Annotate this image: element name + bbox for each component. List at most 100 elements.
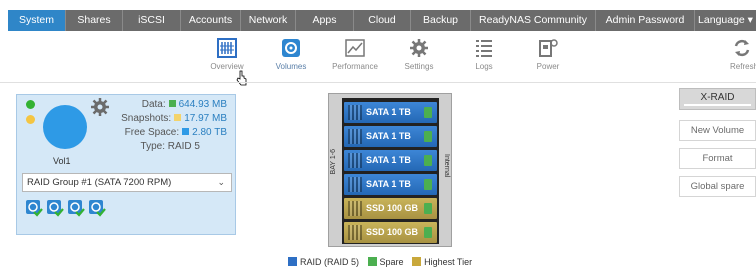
subnav-power-label: Power — [536, 62, 560, 71]
bay-led-indicator — [424, 155, 432, 166]
volume-name: Vol1 — [53, 156, 71, 166]
disk-bay-label: SATA 1 TB — [366, 107, 411, 117]
bay-grip — [348, 129, 362, 144]
free-space-stat: Free Space: 2.80 TB — [125, 127, 227, 138]
legend-raid-label: RAID (RAID 5) — [300, 257, 360, 267]
chassis-left-label: BAY 1-6 — [330, 149, 337, 175]
subnav-overview-label: Overview — [210, 62, 244, 71]
xraid-indicator-bar — [684, 104, 751, 106]
legend-tier-swatch — [412, 257, 422, 266]
disk-bay-label: SATA 1 TB — [366, 131, 411, 141]
new-volume-button[interactable]: New Volume — [679, 120, 756, 141]
tab-iscsi[interactable]: iSCSI — [123, 10, 181, 31]
legend-raid-swatch — [288, 257, 297, 266]
legend-raid: RAID (RAID 5) — [288, 257, 359, 267]
volume-usage-circle — [43, 105, 87, 149]
free-space-label: Free Space: — [124, 127, 180, 138]
settings-icon — [410, 39, 428, 57]
bay-grip — [348, 105, 362, 120]
xraid-toggle[interactable]: X-RAID — [679, 88, 756, 110]
tab-shares[interactable]: Shares — [66, 10, 123, 31]
disk-bay-2[interactable]: SATA 1 TB — [344, 126, 437, 147]
nas-chassis: BAY 1-6 Internal SATA 1 TB SATA 1 TB SAT… — [328, 93, 452, 247]
chevron-down-icon: ⌄ — [217, 177, 225, 187]
power-icon — [539, 39, 558, 57]
disk-legend: RAID (RAID 5) Spare Highest Tier — [288, 257, 478, 267]
tab-backup[interactable]: Backup — [411, 10, 471, 31]
status-green-indicator — [26, 100, 35, 109]
performance-icon — [345, 39, 365, 57]
subnav-logs-label: Logs — [475, 62, 493, 71]
legend-tier-label: Highest Tier — [424, 257, 473, 267]
status-yellow-indicator — [26, 115, 35, 124]
tab-apps[interactable]: Apps — [296, 10, 354, 31]
snapshots-color-swatch — [174, 114, 182, 121]
bay-led-indicator — [424, 107, 432, 118]
tab-accounts[interactable]: Accounts — [181, 10, 241, 31]
tab-language[interactable]: Language ▾ — [695, 10, 756, 31]
disk-bay-label: SATA 1 TB — [366, 179, 411, 189]
disk-bay-5[interactable]: SSD 100 GB — [344, 198, 437, 219]
bay-grip — [348, 225, 362, 240]
type-label: Type: — [140, 141, 165, 152]
snapshots-stat: Snapshots: 17.97 MB — [121, 113, 227, 124]
subnav-performance[interactable]: Performance — [325, 38, 385, 71]
subnav-divider — [0, 82, 756, 83]
subnav-settings[interactable]: Settings — [389, 38, 449, 71]
chassis-bays: SATA 1 TB SATA 1 TB SATA 1 TB SATA 1 TB … — [342, 98, 439, 244]
mouse-cursor-icon — [236, 70, 247, 86]
raid-group-value: RAID Group #1 (SATA 7200 RPM) — [27, 177, 172, 188]
format-button[interactable]: Format — [679, 148, 756, 169]
free-space-value: 2.80 TB — [192, 127, 227, 138]
tab-network[interactable]: Network — [241, 10, 296, 31]
global-spare-button[interactable]: Global spare — [679, 176, 756, 197]
tab-readynas-community[interactable]: ReadyNAS Community — [471, 10, 596, 31]
bay-led-indicator — [424, 131, 432, 142]
subnav-logs[interactable]: Logs — [454, 38, 514, 71]
raid-group-select[interactable]: RAID Group #1 (SATA 7200 RPM) ⌄ — [22, 173, 232, 192]
sub-navigation: Overview Volumes Performance Settings Lo… — [0, 38, 756, 86]
snapshots-value: 17.97 MB — [184, 113, 227, 124]
disk-bay-label: SATA 1 TB — [366, 155, 411, 165]
volume-panel[interactable]: Vol1 Data: 644.93 MB Snapshots: 17.97 MB F… — [16, 94, 236, 235]
refresh-icon — [734, 39, 750, 57]
logs-icon — [476, 40, 492, 57]
disk-bay-3[interactable]: SATA 1 TB — [344, 150, 437, 171]
xraid-label: X-RAID — [700, 92, 735, 103]
subnav-overview[interactable]: Overview — [197, 38, 257, 71]
subnav-refresh[interactable]: Refresh — [711, 38, 756, 71]
subnav-power[interactable]: Power — [518, 38, 578, 71]
data-value: 644.93 MB — [178, 99, 227, 110]
legend-spare-swatch — [367, 257, 377, 266]
overview-icon — [217, 38, 237, 58]
free-space-color-swatch — [182, 128, 190, 135]
disk-bay-4[interactable]: SATA 1 TB — [344, 174, 437, 195]
disk-ok-icon[interactable] — [25, 199, 43, 217]
data-stat: Data: 644.93 MB — [142, 99, 227, 110]
type-stat: Type: RAID 5 — [141, 141, 200, 152]
bay-grip — [348, 201, 362, 216]
volumes-icon — [282, 39, 300, 57]
subnav-performance-label: Performance — [332, 62, 378, 71]
subnav-settings-label: Settings — [404, 62, 434, 71]
gear-icon[interactable] — [90, 97, 110, 117]
disk-bay-label: SSD 100 GB — [366, 203, 419, 213]
tab-system[interactable]: System — [8, 10, 66, 31]
bay-led-indicator — [424, 227, 432, 238]
subnav-volumes-label: Volumes — [275, 62, 307, 71]
chassis-right-label: Internal — [443, 154, 450, 178]
disk-ok-icon[interactable] — [88, 199, 106, 217]
disk-ok-icon[interactable] — [67, 199, 85, 217]
type-value: RAID 5 — [167, 141, 200, 152]
tab-admin-password[interactable]: Admin Password — [596, 10, 695, 31]
tab-cloud[interactable]: Cloud — [354, 10, 411, 31]
bay-led-indicator — [424, 203, 432, 214]
disk-ok-icon[interactable] — [46, 199, 64, 217]
bay-grip — [348, 153, 362, 168]
disk-bay-6[interactable]: SSD 100 GB — [344, 222, 437, 243]
legend-spare: Spare — [367, 257, 404, 267]
subnav-volumes[interactable]: Volumes — [261, 38, 321, 71]
subnav-refresh-label: Refresh — [730, 62, 756, 71]
top-navigation: System Shares iSCSI Accounts Network App… — [0, 0, 756, 31]
disk-bay-1[interactable]: SATA 1 TB — [344, 102, 437, 123]
